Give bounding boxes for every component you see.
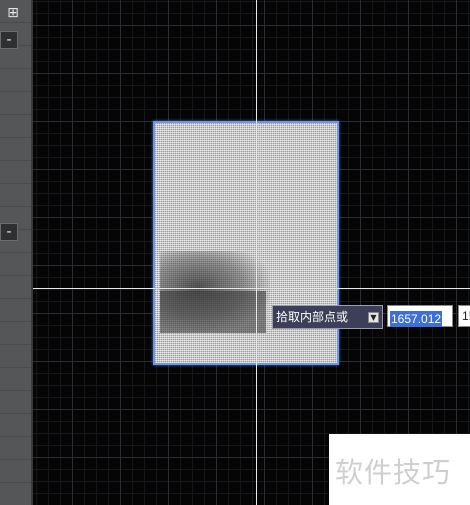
prompt-text: 拾取内部点或 — [276, 310, 349, 324]
multiple-lines-icon[interactable]: ⊞ — [4, 4, 22, 22]
crosshair-horizontal — [33, 288, 470, 289]
coordinate-x-value: 1657.012 — [390, 311, 443, 327]
down-arrow-icon[interactable]: ▼ — [368, 312, 379, 323]
crosshair-vertical — [256, 0, 257, 505]
collapse-button-1[interactable]: - — [0, 31, 18, 49]
coordinate-y-value: 1! — [462, 309, 470, 323]
tool-palette: ⊞ - - — [0, 0, 33, 505]
watermark: 软件技巧 — [329, 434, 470, 505]
command-prompt-tooltip: 拾取内部点或 ▼ — [272, 305, 383, 329]
drawing-canvas[interactable]: 拾取内部点或 ▼ 1657.012 1! — [33, 0, 470, 505]
coordinate-x-input[interactable]: 1657.012 — [387, 305, 453, 327]
hatch-shade-band — [160, 291, 266, 333]
coordinate-y-input[interactable]: 1! — [458, 305, 470, 327]
watermark-text: 软件技巧 — [335, 456, 452, 489]
collapse-button-2[interactable]: - — [0, 223, 18, 241]
